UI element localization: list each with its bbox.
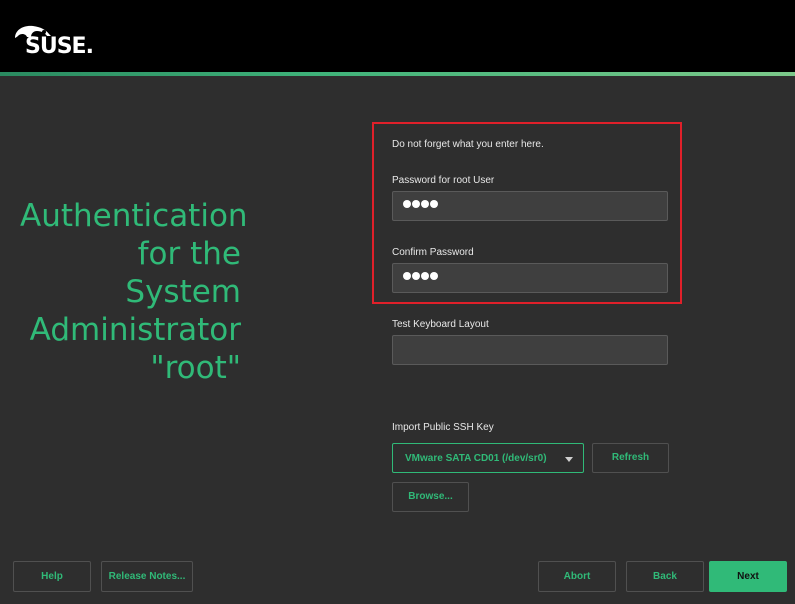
keyboard-test-label: Test Keyboard Layout	[392, 319, 489, 330]
help-button-label: Help	[41, 571, 63, 582]
password-mask	[403, 200, 438, 208]
browse-button-label: Browse...	[408, 491, 453, 502]
ssh-source-value: VMware SATA CD01 (/dev/sr0)	[405, 453, 547, 464]
abort-button[interactable]: Abort	[538, 561, 616, 592]
browse-button[interactable]: Browse...	[392, 482, 469, 512]
confirm-password-label: Confirm Password	[392, 247, 474, 258]
header-accent-line	[0, 72, 795, 76]
release-notes-button-label: Release Notes...	[108, 571, 186, 582]
keyboard-test-field[interactable]	[392, 335, 668, 365]
title-line-3: Administrator	[29, 312, 241, 348]
back-button-label: Back	[653, 571, 677, 582]
password-label: Password for root User	[392, 175, 495, 186]
ssh-source-select[interactable]: VMware SATA CD01 (/dev/sr0)	[392, 443, 584, 473]
back-button[interactable]: Back	[626, 561, 704, 592]
dropdown-arrow-icon	[565, 457, 573, 462]
page-title: Authentication for the System Administra…	[20, 197, 248, 387]
title-line-4: "root"	[150, 350, 241, 386]
next-button[interactable]: Next	[709, 561, 787, 592]
title-line-2: for the System	[125, 236, 241, 310]
hint-text: Do not forget what you enter here.	[392, 139, 544, 150]
confirm-password-mask	[403, 272, 438, 280]
title-line-1: Authentication	[20, 198, 248, 234]
next-button-label: Next	[737, 571, 759, 582]
refresh-button-label: Refresh	[611, 452, 650, 463]
release-notes-button[interactable]: Release Notes...	[101, 561, 193, 592]
logo-text: SUSE.	[25, 34, 94, 59]
confirm-password-field[interactable]	[392, 263, 668, 293]
header-bar: SUSE.	[0, 0, 795, 72]
help-button[interactable]: Help	[13, 561, 91, 592]
abort-button-label: Abort	[563, 571, 591, 582]
suse-logo: SUSE.	[13, 24, 94, 62]
refresh-button[interactable]: Refresh	[592, 443, 669, 473]
password-field[interactable]	[392, 191, 668, 221]
ssh-key-label: Import Public SSH Key	[392, 422, 494, 433]
